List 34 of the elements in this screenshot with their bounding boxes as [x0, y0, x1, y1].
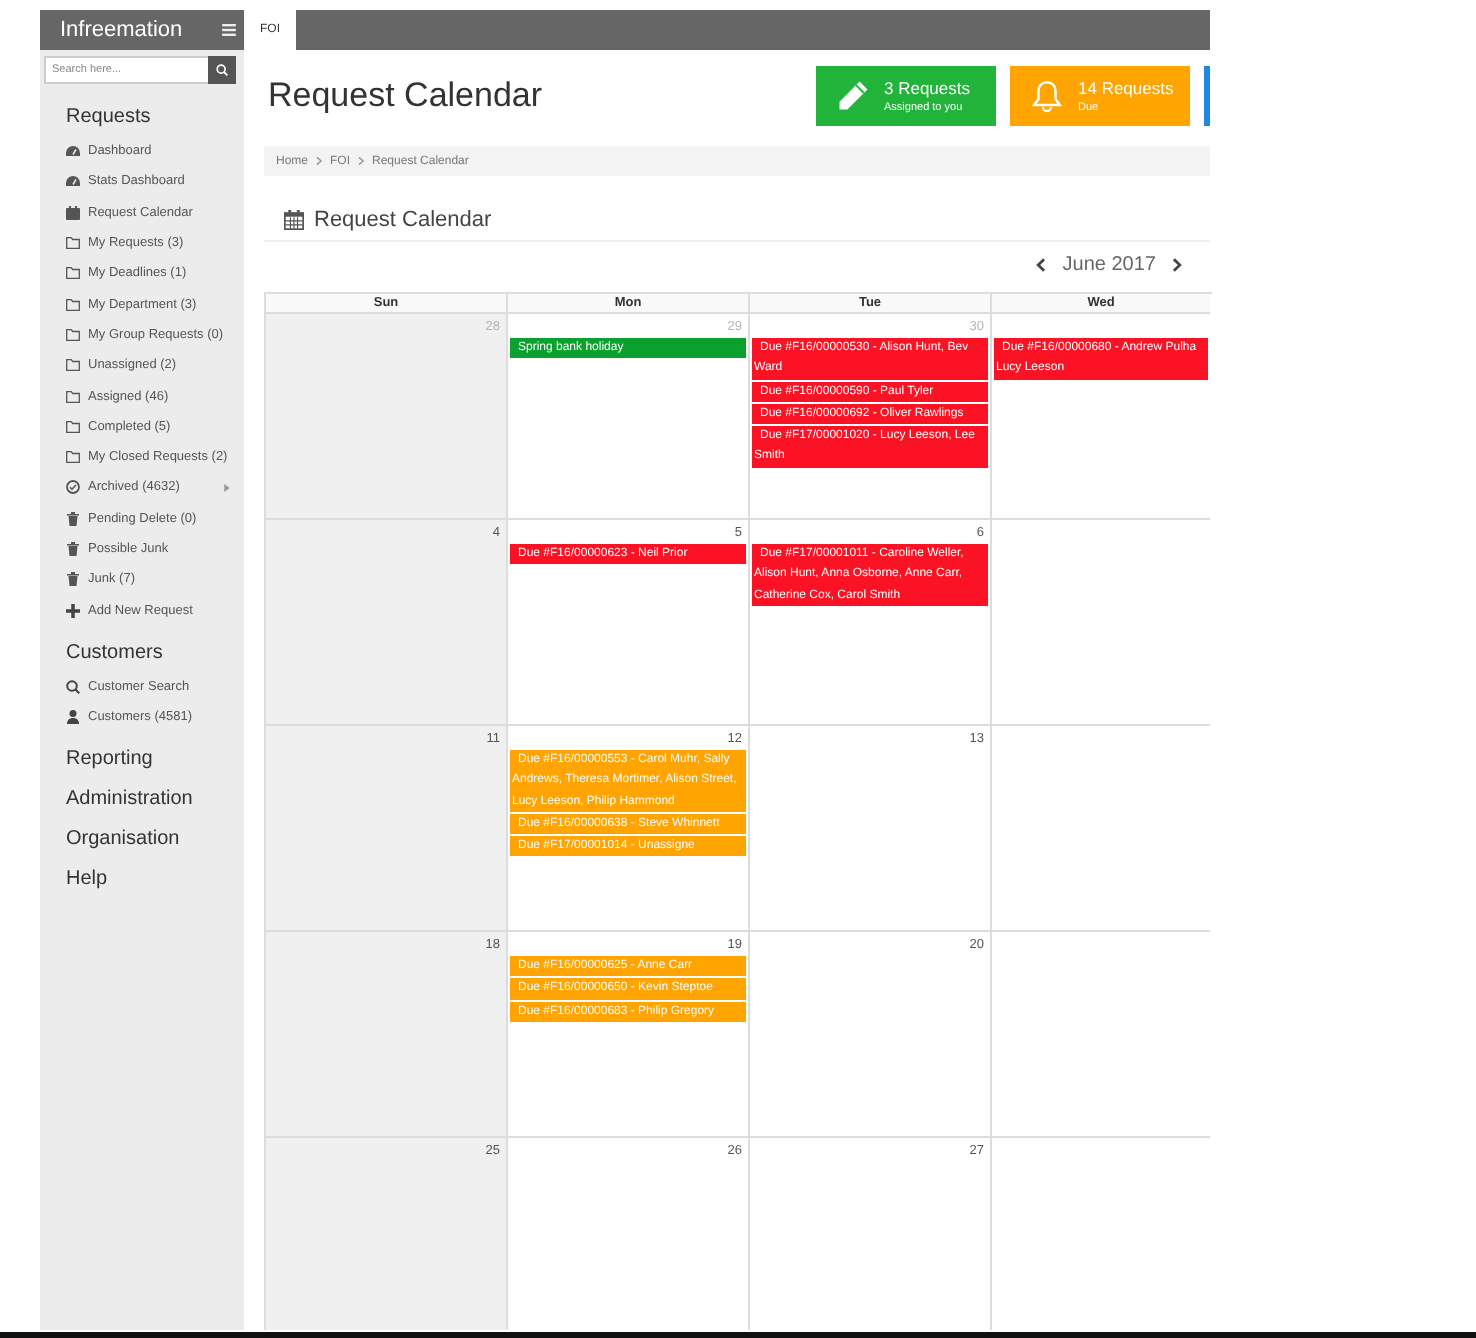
check-circle-icon — [66, 480, 80, 495]
menu-heading[interactable]: Help — [66, 864, 108, 897]
search-icon — [216, 64, 228, 76]
search-icon — [66, 679, 80, 694]
chevron-right-icon[interactable] — [1172, 257, 1182, 271]
plus-icon — [66, 603, 80, 618]
section-title: Request Calendar — [314, 208, 492, 232]
brand-name: Infreemation — [60, 18, 183, 42]
chevron-left-icon[interactable] — [1036, 257, 1047, 271]
gauge-icon — [66, 144, 80, 159]
chevron-right-icon — [316, 156, 323, 166]
user-icon — [66, 710, 80, 725]
menu-heading[interactable]: Reporting — [66, 744, 153, 777]
pencil-icon — [838, 80, 868, 112]
stat-count: 3 Requests — [884, 77, 970, 99]
menu-heading[interactable]: Requests — [66, 102, 151, 134]
search-button[interactable] — [208, 56, 236, 84]
trash-icon — [66, 572, 80, 587]
menu-heading[interactable]: Customers — [66, 637, 163, 670]
gauge-icon — [66, 174, 80, 189]
page-title: Request Calendar — [268, 76, 543, 116]
chevron-right-icon — [358, 156, 365, 166]
calendar-icon — [284, 210, 304, 230]
folder-icon — [66, 450, 80, 465]
menu-heading[interactable]: Organisation — [66, 824, 180, 857]
menu-icon[interactable] — [222, 24, 236, 36]
bell-icon — [1032, 80, 1062, 112]
stat-count: 14 Requests — [1078, 77, 1174, 99]
month-label: June 2017 — [1062, 253, 1156, 275]
folder-icon — [66, 358, 80, 373]
menu-heading[interactable]: Administration — [66, 784, 193, 817]
calendar-icon — [66, 205, 80, 220]
trash-icon — [66, 542, 80, 556]
trash-icon — [66, 511, 80, 526]
